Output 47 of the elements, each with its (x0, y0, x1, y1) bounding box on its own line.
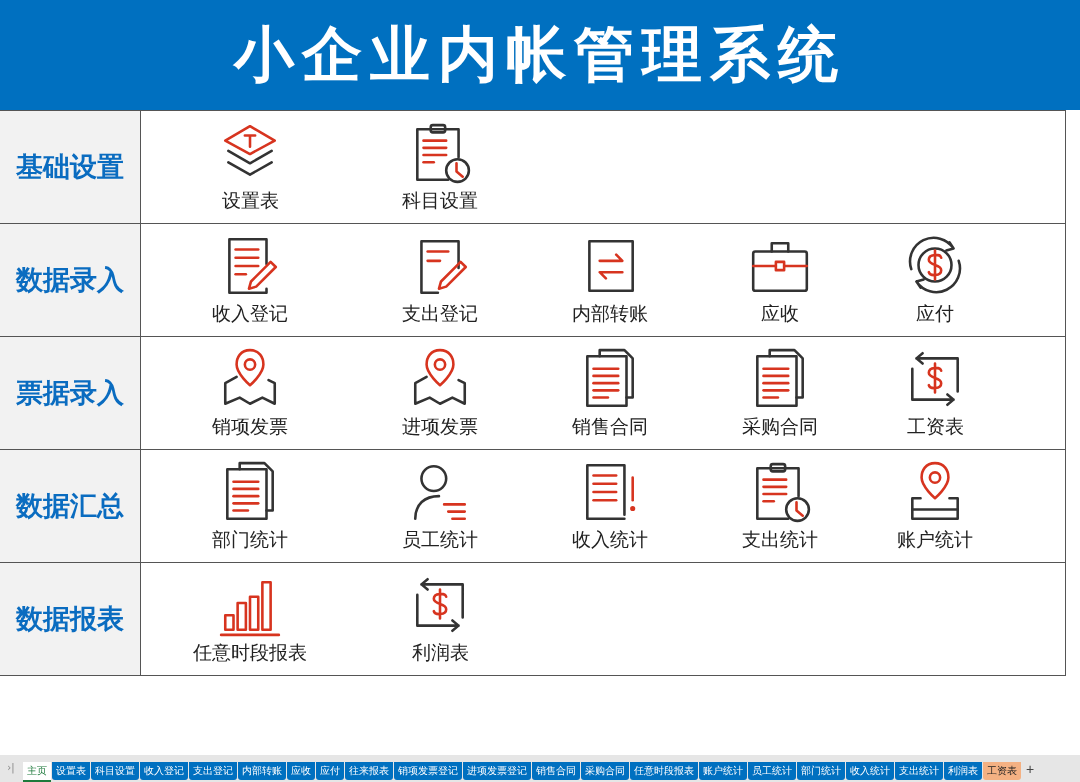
sheet-tab[interactable]: 员工统计 (748, 762, 796, 780)
sheet-tab[interactable]: 支出统计 (895, 762, 943, 780)
sheet-shortcut[interactable]: 部门统计 (141, 450, 359, 562)
sheet-shortcut[interactable]: 工资表 (861, 337, 1009, 449)
sheet-tab[interactable]: 内部转账 (238, 762, 286, 780)
sheet-tab[interactable]: 任意时段报表 (630, 762, 698, 780)
sheet-tab[interactable]: 支出登记 (189, 762, 237, 780)
sheet-tab[interactable]: 收入统计 (846, 762, 894, 780)
sheet-shortcut[interactable]: 采购合同 (699, 337, 861, 449)
sheet-tab[interactable]: 采购合同 (581, 762, 629, 780)
sheet-shortcut[interactable]: 利润表 (359, 563, 521, 675)
app-title: 小企业内帐管理系统 (234, 17, 846, 91)
sheet-tab[interactable]: 科目设置 (91, 762, 139, 780)
sheet-tab[interactable]: 应收 (287, 762, 315, 780)
sheet-shortcut[interactable]: 进项发票 (359, 337, 521, 449)
sheet-shortcut[interactable]: 收入统计 (521, 450, 699, 562)
sheet-tab[interactable]: 设置表 (52, 762, 90, 780)
sheet-shortcut[interactable]: 账户统计 (861, 450, 1009, 562)
sheet-tab[interactable]: 工资表 (983, 762, 1021, 780)
section-label: 基础设置 (0, 111, 141, 223)
section-label: 数据报表 (0, 563, 141, 675)
sheet-tab[interactable]: 部门统计 (797, 762, 845, 780)
sheet-shortcut[interactable]: 员工统计 (359, 450, 521, 562)
sheet-tab[interactable]: 销项发票登记 (394, 762, 462, 780)
sheet-tab[interactable]: 收入登记 (140, 762, 188, 780)
sheet-shortcut[interactable]: 任意时段报表 (141, 563, 359, 675)
sheet-tab[interactable]: 进项发票登记 (463, 762, 531, 780)
sheet-shortcut[interactable]: 应付 (861, 224, 1009, 336)
sheet-shortcut[interactable]: 收入登记 (141, 224, 359, 336)
sheet-shortcut[interactable]: 内部转账 (521, 224, 699, 336)
sheet-shortcut[interactable]: 支出统计 (699, 450, 861, 562)
sheet-shortcut[interactable]: 应收 (699, 224, 861, 336)
sheet-shortcut[interactable]: 支出登记 (359, 224, 521, 336)
sheet-shortcut[interactable]: 销售合同 (521, 337, 699, 449)
sheet-shortcut[interactable]: 科目设置 (359, 111, 521, 223)
add-sheet-button[interactable]: + (1022, 762, 1039, 776)
sheet-tab[interactable]: 账户统计 (699, 762, 747, 780)
section-label: 数据录入 (0, 224, 141, 336)
section-label: 票据录入 (0, 337, 141, 449)
sheet-tab[interactable]: 利润表 (944, 762, 982, 780)
sheet-tab[interactable]: 往来报表 (345, 762, 393, 780)
sheet-tab[interactable]: 应付 (316, 762, 344, 780)
sheet-tab[interactable]: 主页 (23, 762, 51, 782)
section-label: 数据汇总 (0, 450, 141, 562)
sheet-shortcut[interactable]: 销项发票 (141, 337, 359, 449)
sheet-shortcut[interactable]: 设置表 (141, 111, 359, 223)
sheet-tab[interactable]: 销售合同 (532, 762, 580, 780)
